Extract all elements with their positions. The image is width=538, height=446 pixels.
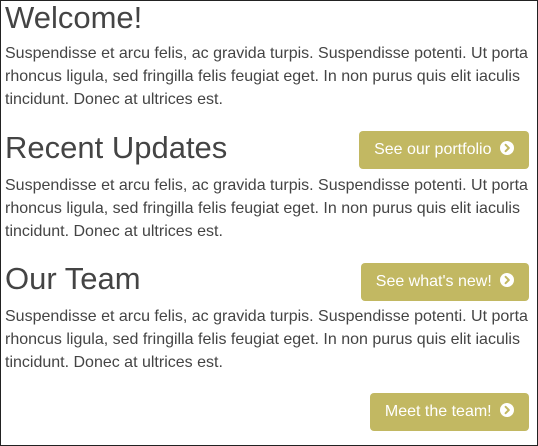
chevron-circle-right-icon: [500, 403, 515, 418]
recent-updates-heading: Recent Updates: [5, 130, 228, 165]
meet-the-team-button[interactable]: Meet the team!: [370, 393, 529, 431]
meet-the-team-label: Meet the team!: [384, 403, 492, 420]
our-team-heading: Our Team: [5, 261, 141, 296]
chevron-circle-right-icon: [499, 141, 514, 156]
see-whats-new-button[interactable]: See what's new!: [361, 263, 529, 301]
our-team-paragraph: Suspendisse et arcu felis, ac gravida tu…: [5, 308, 528, 371]
see-our-portfolio-button[interactable]: See our portfolio: [359, 131, 529, 169]
chevron-circle-right-icon: [500, 273, 515, 288]
recent-updates-paragraph: Suspendisse et arcu felis, ac gravida tu…: [5, 177, 528, 240]
see-whats-new-label: See what's new!: [375, 273, 492, 290]
see-our-portfolio-label: See our portfolio: [374, 141, 492, 158]
page-frame: Welcome! Suspendisse et arcu felis, ac g…: [0, 0, 538, 446]
welcome-paragraph: Suspendisse et arcu felis, ac gravida tu…: [5, 45, 528, 108]
welcome-heading: Welcome!: [5, 0, 143, 35]
